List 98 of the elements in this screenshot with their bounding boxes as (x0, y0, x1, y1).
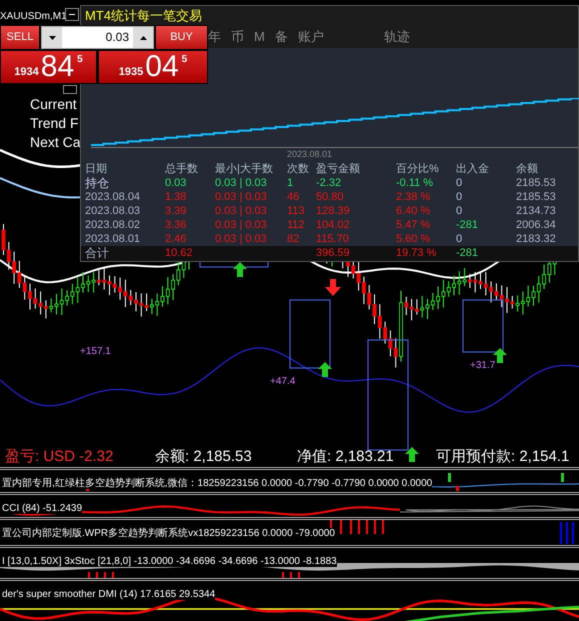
table-cell-text: 19.73 % (396, 246, 438, 261)
account-stat: 净值: 2,183.21 (297, 448, 394, 465)
price-prefix: 1934 (14, 64, 39, 80)
decrease-icon[interactable] (48, 36, 56, 40)
table-cell-text: 0 (456, 190, 464, 204)
window-title: MT4统计每一笔交易 (84, 7, 203, 25)
table-cell-text: 2023.08.03 (85, 204, 142, 218)
indicator-label: 置内部专用,红绿柱多空趋势判断系统,微信：18259223156 0.0000 -0.7790 -0.7790 0.0000 0.0000 (0, 478, 432, 489)
table-cell-text: 2.46 (165, 232, 188, 246)
table-cell-text: 0.03 | 0.03 (215, 204, 268, 218)
indicator-label: 置公司内部定制版.WPR多空趋势判断系统vx18259223156 0.0000 -79.0000 (0, 528, 335, 539)
increase-icon[interactable] (140, 36, 146, 40)
table-cell-text: 2185.53 (516, 190, 557, 204)
tab[interactable]: M (254, 27, 265, 47)
axis-label: 2023.08.01 (286, 148, 332, 161)
minimize-button[interactable] (65, 8, 79, 21)
column-header: 最小|大手数 (215, 162, 274, 176)
table-cell-text: 1 (287, 176, 294, 190)
table-cell-text: 2023.08.02 (85, 218, 142, 232)
table-cell-text: 0 (456, 232, 464, 246)
info-text: Trend F (30, 114, 80, 133)
tab[interactable]: 轨迹 (384, 27, 410, 47)
table-cell-text: 1.38 (165, 190, 188, 204)
table-cell-text: 396.59 (316, 246, 351, 261)
tab[interactable]: 年 (208, 27, 221, 47)
down-arrow-icon (325, 279, 341, 296)
up-arrow-icon (233, 262, 247, 277)
table-cell-text: 82 (287, 232, 300, 246)
table-cell-text: 2183.32 (516, 232, 557, 246)
column-header: 盈亏金额 (316, 162, 361, 176)
column-header: 出入金 (456, 162, 490, 176)
column-header: 日期 (85, 162, 108, 176)
table-cell-text: 2134.73 (516, 204, 557, 218)
price-pips: 04 (145, 51, 179, 83)
table-cell-text: 2185.53 (516, 176, 557, 190)
price-fraction: 5 (77, 53, 83, 67)
table-cell-text: 112 (287, 218, 306, 232)
sell-button[interactable]: SELL (1, 26, 39, 49)
up-arrow-icon (493, 348, 507, 363)
table-cell-text: 2.38 % (396, 190, 432, 204)
up-arrow-icon (405, 447, 419, 462)
indicator-label: der's super smoother DMI (14) 17.6165 29.5344 (0, 589, 216, 600)
table-cell-text: 3.39 (165, 204, 188, 218)
table-cell-text: 0 (456, 176, 464, 190)
table-cell-text: 0.03 | 0.03 (215, 190, 268, 204)
buy-button[interactable]: BUY (156, 26, 207, 49)
account-stat: 余额: 2,185.53 (155, 448, 252, 465)
profit-label: +47.4 (270, 375, 296, 389)
table-cell-text: -2.32 (316, 176, 342, 190)
table-cell-text: 0.03 | 0.03 (215, 218, 268, 232)
table-cell-text: 0 (456, 204, 464, 218)
profit-label: +31.7 (470, 359, 496, 373)
column-header: 次数 (287, 162, 310, 176)
tab[interactable]: 备 (274, 27, 288, 47)
table-cell-text: 46 (287, 190, 300, 204)
table-cell-text: 50.80 (316, 190, 345, 204)
tab[interactable]: 账户 (298, 27, 324, 47)
table-cell-text: 113 (287, 204, 306, 218)
table-cell-text: 104.02 (316, 218, 351, 232)
account-stat: 盈亏: USD -2.32 (5, 448, 114, 465)
table-cell-text: 5.60 % (396, 232, 432, 246)
table-cell-text: -0.11 % (396, 176, 434, 190)
table-cell-text: 2006.34 (516, 218, 557, 232)
table-cell-text: 3.36 (165, 218, 188, 232)
account-stat: 可用预付款: 2,154.1 (436, 448, 570, 465)
table-cell-text: -281 (456, 218, 480, 232)
column-header: 余额 (516, 162, 539, 176)
lot-size-field[interactable]: 0.03 (41, 26, 154, 49)
price-fraction: 5 (182, 53, 188, 67)
table-cell-text: 0.03 | 0.03 (215, 232, 268, 246)
profit-label: +157.1 (80, 345, 111, 359)
symbol-title: XAUUSDm,M1 (0, 10, 67, 24)
indicator-label: I [13,0,1.50X] 3xStoc [21,8,0] -13.0000 -34.6696 -34.6696 -13.0000 -8.1883 (0, 556, 337, 567)
restore-icon (63, 85, 77, 94)
table-cell-text: 2023.08.04 (85, 190, 142, 204)
column-header: 总手数 (165, 162, 199, 176)
table-cell-text: 5.47 % (396, 218, 432, 232)
table-cell-text: 0.03 | 0.03 (215, 176, 268, 190)
table-cell-text: 128.39 (316, 204, 351, 218)
table-cell-text: 10.62 (165, 246, 194, 261)
trade-box (290, 300, 330, 368)
price-prefix: 1935 (118, 64, 144, 80)
info-text: Current (30, 95, 78, 114)
up-arrow-icon (318, 362, 332, 377)
lot-value: 0.03 (104, 29, 130, 46)
column-header: 百分比% (396, 162, 440, 176)
tab[interactable]: 币 (231, 27, 244, 47)
table-cell-text: 0.03 (165, 176, 188, 190)
trade-box (462, 300, 504, 352)
table-cell-text: 6.40 % (396, 204, 432, 218)
table-cell-text: 合计 (85, 246, 110, 261)
price-pips: 84 (40, 51, 74, 83)
indicator-label: CCI (84) -51.2439 (0, 503, 82, 514)
table-cell-text: 持仓 (85, 176, 110, 190)
table-cell-text: -281 (456, 246, 480, 261)
info-text: Next Ca (30, 133, 81, 152)
table-cell-text: 115.70 (316, 232, 350, 246)
table-cell-text: 2023.08.01 (85, 232, 142, 246)
